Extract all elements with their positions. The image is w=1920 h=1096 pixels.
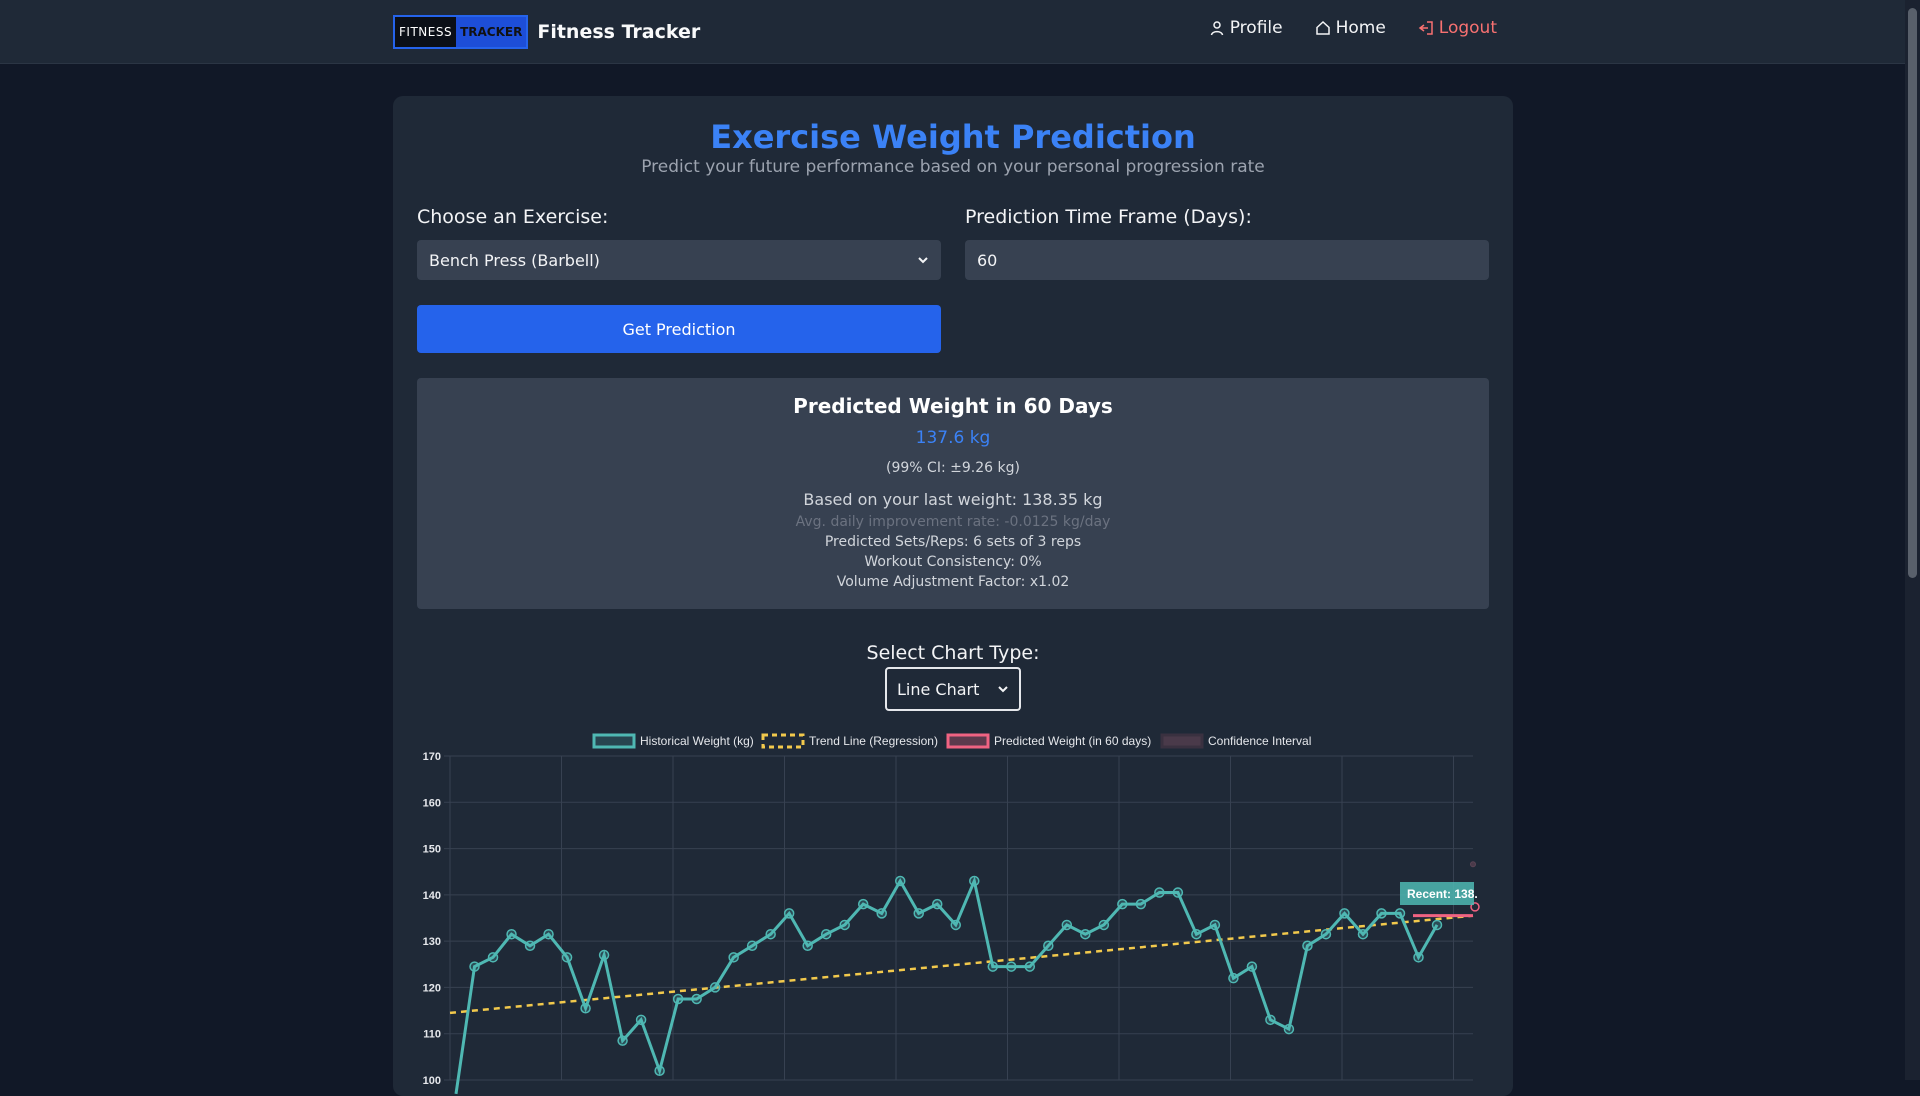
- historical-point: [691, 993, 702, 1005]
- historical-point: [1413, 952, 1424, 963]
- historical-point: [506, 928, 517, 940]
- recent-tooltip: Recent: 138.: [1400, 882, 1478, 905]
- legend-trend-swatch: [761, 733, 805, 749]
- logo-text-fitness: FITNESS: [395, 17, 457, 47]
- historical-point: [1320, 928, 1332, 940]
- historical-series: [454, 875, 1443, 1095]
- legend-confidence-label: Confidence Interval: [1208, 734, 1311, 748]
- y-tick-label: 160: [423, 797, 441, 809]
- legend-historical-swatch: [592, 733, 636, 749]
- historical-point: [1339, 908, 1350, 919]
- legend-trend-label: Trend Line (Regression): [809, 734, 938, 748]
- confidence-upper-point: [1470, 861, 1476, 868]
- nav-home-label: Home: [1335, 18, 1386, 38]
- y-tick-label: 100: [423, 1075, 441, 1087]
- historical-point: [1283, 1023, 1295, 1035]
- historical-point: [987, 961, 999, 972]
- historical-point: [876, 908, 887, 919]
- legend-predicted-swatch: [946, 733, 990, 749]
- historical-point: [1006, 961, 1017, 972]
- historical-point: [746, 940, 758, 952]
- y-tick-label: 110: [423, 1029, 441, 1041]
- historical-point: [487, 952, 499, 963]
- y-tick-label: 120: [423, 982, 441, 994]
- home-icon: [1315, 20, 1330, 35]
- historical-point: [1154, 887, 1165, 898]
- historical-point: [857, 898, 869, 910]
- historical-point: [635, 1014, 647, 1026]
- historical-point: [1228, 972, 1239, 984]
- historical-point: [543, 928, 554, 940]
- historical-point: [1135, 898, 1147, 910]
- historical-point: [1080, 928, 1091, 940]
- historical-point: [1246, 961, 1258, 972]
- historical-point: [1117, 898, 1128, 910]
- historical-point: [1209, 919, 1221, 931]
- nav-logout-link[interactable]: Logout: [1418, 18, 1497, 38]
- trend-line-path: [449, 914, 1474, 1015]
- nav-home-link[interactable]: Home: [1315, 18, 1386, 38]
- nav-logout-label: Logout: [1438, 18, 1497, 38]
- y-tick-label: 150: [423, 844, 441, 856]
- y-tick-label: 130: [423, 936, 441, 948]
- y-tick-label: 170: [423, 751, 441, 763]
- historical-point: [1191, 928, 1202, 940]
- historical-point: [802, 940, 813, 952]
- historical-point: [969, 875, 980, 887]
- historical-point: [1357, 928, 1369, 940]
- historical-point: [1098, 919, 1110, 931]
- brand[interactable]: FITNESS TRACKER Fitness Tracker: [393, 15, 700, 49]
- historical-point: [561, 952, 573, 963]
- historical-point: [469, 961, 480, 972]
- recent-tooltip-label: Recent: 138.: [1407, 887, 1478, 901]
- historical-point: [1061, 919, 1073, 931]
- historical-point: [709, 982, 721, 993]
- historical-point: [894, 875, 906, 887]
- user-icon: [1210, 21, 1223, 36]
- historical-point: [580, 1003, 591, 1014]
- historical-point: [672, 993, 684, 1005]
- nav-profile-link[interactable]: Profile: [1209, 18, 1283, 38]
- legend-confidence-swatch: [1160, 733, 1204, 749]
- nav-links: Profile Home Logout: [1209, 18, 1497, 38]
- historical-point: [1172, 887, 1184, 898]
- trend-line: [449, 914, 1474, 1015]
- y-axis: 100 110 120 130 140 150 160 170: [423, 751, 441, 1087]
- historical-point: [931, 898, 943, 910]
- logout-icon: [1418, 21, 1433, 35]
- historical-point: [783, 908, 795, 919]
- prediction-card: Exercise Weight Prediction Predict your …: [393, 96, 1513, 1096]
- historical-point: [1431, 919, 1443, 931]
- historical-point: [1376, 908, 1387, 919]
- historical-point: [1302, 940, 1313, 952]
- historical-point: [654, 1065, 665, 1076]
- legend-historical-label: Historical Weight (kg): [640, 734, 754, 748]
- historical-point: [1024, 961, 1036, 972]
- logo-text-tracker: TRACKER: [456, 17, 527, 47]
- historical-point: [765, 928, 776, 940]
- historical-point: [839, 919, 850, 931]
- y-tick-label: 140: [423, 890, 441, 902]
- historical-point: [617, 1035, 628, 1046]
- legend-predicted-label: Predicted Weight (in 60 days): [994, 734, 1151, 748]
- navbar: FITNESS TRACKER Fitness Tracker Profile …: [0, 0, 1905, 64]
- historical-point: [820, 928, 832, 940]
- historical-point: [1043, 940, 1054, 952]
- historical-point: [1265, 1014, 1276, 1026]
- historical-point: [598, 949, 610, 961]
- historical-point: [913, 908, 924, 919]
- nav-profile-label: Profile: [1229, 18, 1283, 38]
- scrollbar-thumb[interactable]: [1908, 8, 1917, 578]
- historical-point: [524, 940, 536, 952]
- historical-point: [728, 952, 739, 963]
- historical-point: [950, 919, 962, 931]
- chart-legend: Historical Weight (kg) Trend Line (Regre…: [592, 733, 1311, 749]
- logo: FITNESS TRACKER: [393, 15, 529, 49]
- historical-point: [1394, 908, 1406, 919]
- app-title: Fitness Tracker: [537, 21, 701, 43]
- scrollbar[interactable]: [1905, 0, 1920, 1080]
- weight-chart: Historical Weight (kg) Trend Line (Regre…: [423, 733, 1480, 1095]
